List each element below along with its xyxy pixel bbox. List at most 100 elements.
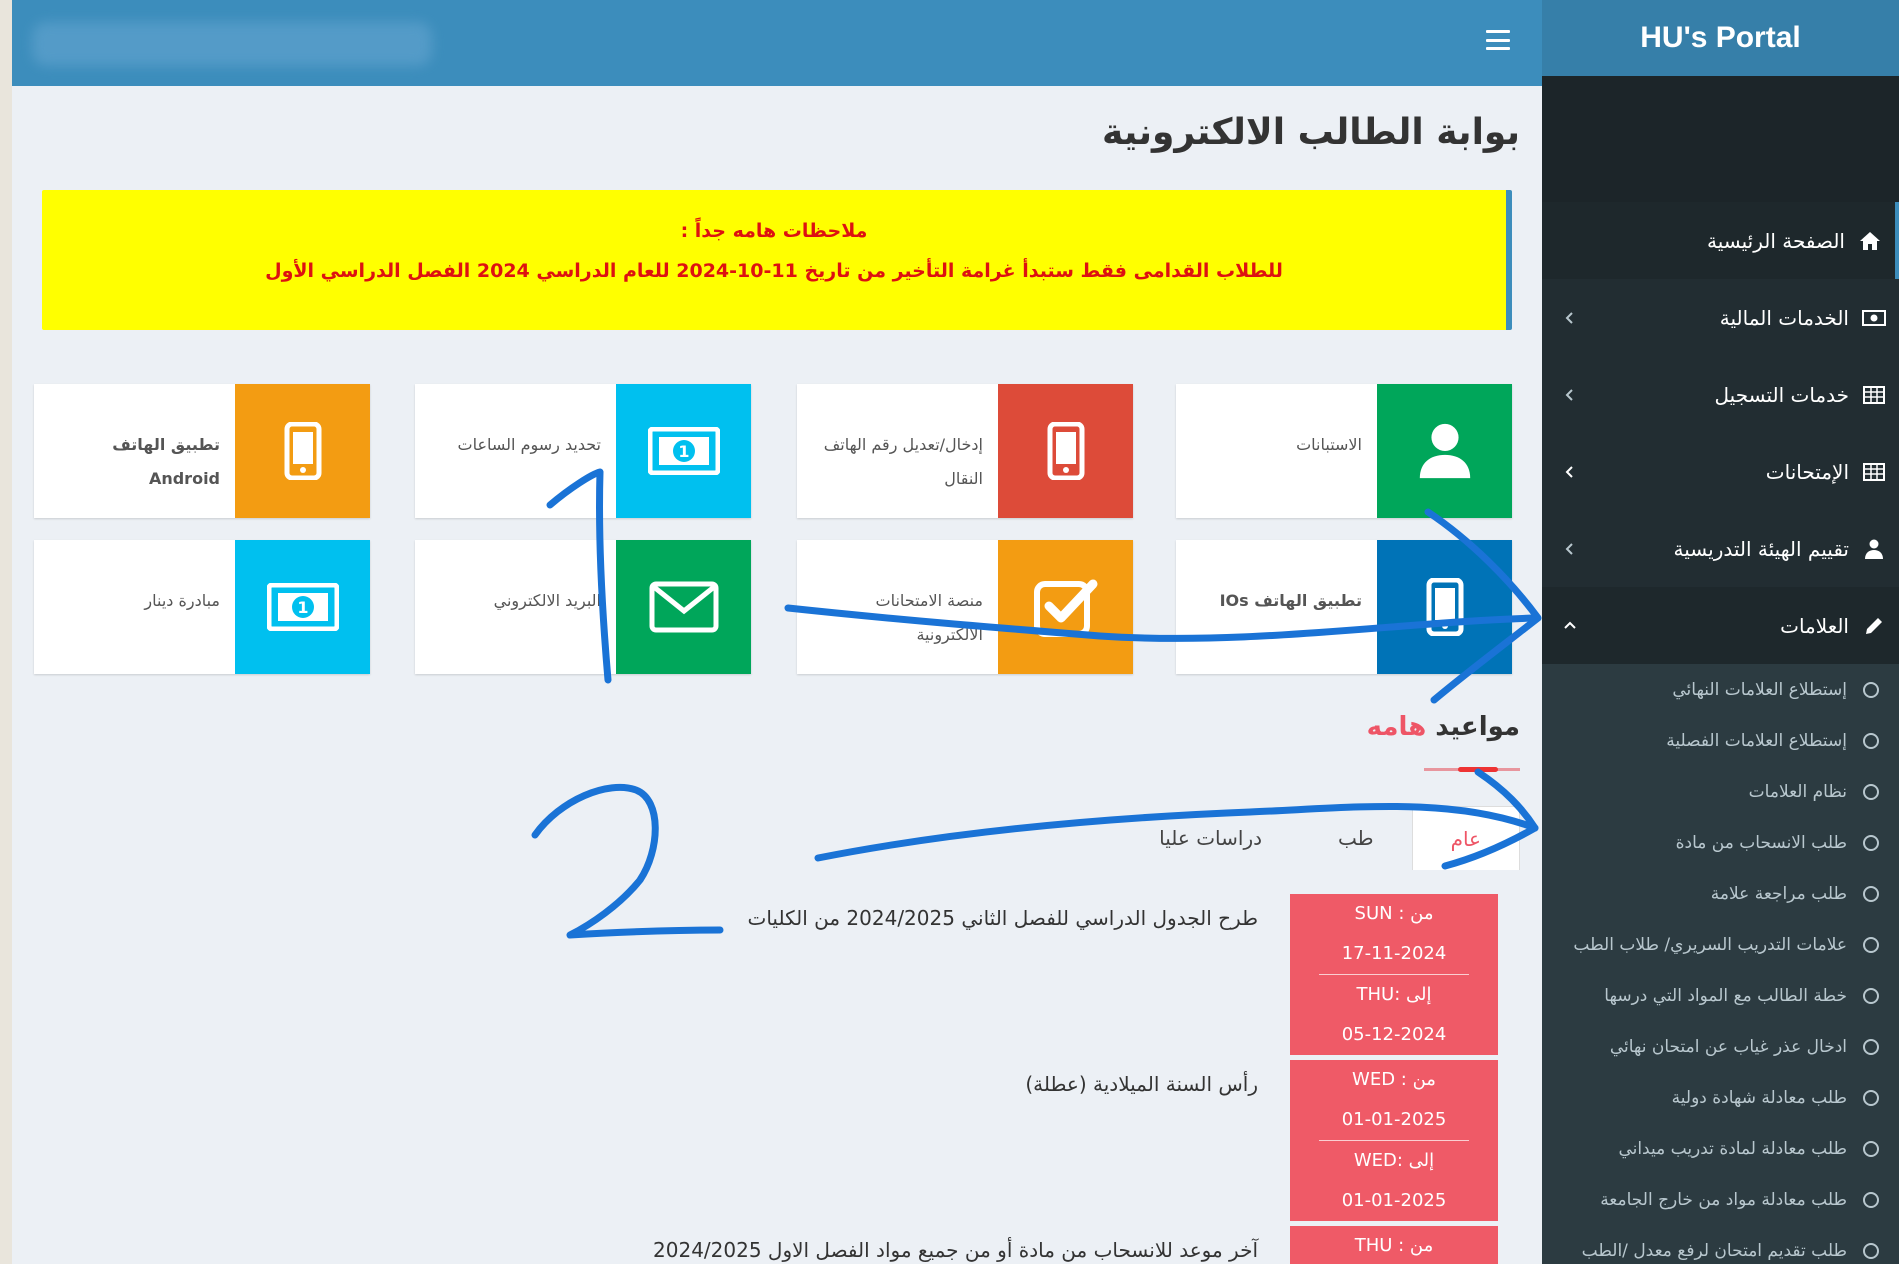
table-icon	[1863, 462, 1885, 481]
box-android-app[interactable]: تطبيق الهاتف Android	[34, 384, 370, 518]
circle-icon	[1863, 834, 1879, 851]
submenu-item[interactable]: إستطلاع العلامات الفصلية	[1542, 715, 1899, 766]
mobile-phone-icon	[284, 422, 321, 480]
submenu-label: علامات التدريب السريري/ طلاب الطب	[1573, 934, 1847, 955]
box-icon-area: 1	[616, 384, 751, 518]
to-date: 05-12-2024	[1341, 1024, 1447, 1045]
submenu-item[interactable]: طلب معادلة لمادة تدريب ميداني	[1542, 1123, 1899, 1174]
sidebar-item-label: تقييم الهيئة التدريسية	[1673, 536, 1849, 561]
sidebar-item-faculty-evaluation[interactable]: تقييم الهيئة التدريسية	[1542, 510, 1899, 587]
money-icon: 1	[266, 583, 339, 631]
submenu-label: نظام العلامات	[1748, 781, 1847, 802]
notice-heading: ملاحظات هامه جداً :	[680, 220, 868, 242]
box-ios-app[interactable]: تطبيق الهاتف IOs	[1176, 540, 1512, 674]
menu-toggle-icon[interactable]	[1486, 30, 1510, 50]
box-icon-area	[1377, 384, 1512, 518]
sidebar-item-grades[interactable]: العلامات	[1542, 587, 1899, 664]
box-icon-area	[235, 384, 370, 518]
circle-icon	[1863, 987, 1879, 1004]
submenu-item[interactable]: علامات التدريب السريري/ طلاب الطب	[1542, 919, 1899, 970]
box-icon-area	[998, 540, 1133, 674]
circle-icon	[1863, 1140, 1879, 1157]
date-badge: من : SUN 17-11-2024 إلى :THU 05-12-2024	[1290, 894, 1498, 1055]
sidebar-item-financial[interactable]: الخدمات المالية	[1542, 279, 1899, 356]
title-underline	[1424, 767, 1520, 772]
tab-general[interactable]: عام	[1411, 806, 1520, 870]
submenu-item[interactable]: إستطلاع العلامات النهائي	[1542, 664, 1899, 715]
from-date: 17-11-2024	[1341, 943, 1447, 964]
event-text: رأس السنة الميلادية (عطلة)	[1025, 1072, 1258, 1096]
table-icon	[1863, 385, 1885, 404]
box-icon-area: 1	[235, 540, 370, 674]
chevron-left-icon	[1565, 388, 1573, 401]
box-surveys[interactable]: الاستبانات	[1176, 384, 1512, 518]
submenu-item[interactable]: ادخال عذر غياب عن امتحان نهائي	[1542, 1021, 1899, 1072]
notice-text: للطلاب القدامى فقط ستبدأ غرامة التأخير م…	[265, 260, 1283, 282]
title-accent: هامه	[1366, 712, 1427, 742]
circle-icon	[1863, 732, 1879, 749]
sidebar-item-exams[interactable]: الإمتحانات	[1542, 433, 1899, 510]
box-email[interactable]: البريد الالكتروني	[415, 540, 751, 674]
check-square-icon	[1033, 579, 1097, 637]
from-label: من : THU	[1354, 1235, 1434, 1256]
pencil-icon	[1866, 617, 1882, 634]
submenu-label: خطة الطالب مع المواد التي درسها	[1604, 985, 1847, 1006]
submenu-item[interactable]: طلب الانسحاب من مادة	[1542, 817, 1899, 868]
sidebar-item-registration[interactable]: خدمات التسجيل	[1542, 356, 1899, 433]
mobile-phone-icon	[1047, 422, 1084, 480]
event-item: من : SUN 17-11-2024 إلى :THU 05-12-2024 …	[18, 894, 1498, 1055]
envelope-icon	[649, 581, 718, 633]
tab-medicine[interactable]: طب	[1300, 806, 1412, 870]
box-label: تطبيق الهاتف IOs	[1219, 591, 1362, 610]
mobile-phone-icon	[1426, 578, 1463, 636]
svg-text:1: 1	[297, 598, 308, 617]
submenu-label: طلب معادلة لمادة تدريب ميداني	[1618, 1138, 1847, 1159]
brand-logo[interactable]: HU's Portal	[1542, 0, 1899, 76]
sidebar-item-label: الخدمات المالية	[1719, 305, 1849, 330]
sidebar-item-home[interactable]: الصفحة الرئيسية	[1542, 202, 1899, 279]
user-icon	[1419, 423, 1470, 479]
dates-tabs: عام طب دراسات عليا	[1121, 806, 1520, 870]
box-dinar-initiative[interactable]: 1 مبادرة دينار	[34, 540, 370, 674]
circle-icon	[1863, 1038, 1879, 1055]
submenu-item[interactable]: طلب معادلة مواد من خارج الجامعة	[1542, 1174, 1899, 1225]
chevron-left-icon	[1565, 311, 1573, 324]
submenu-item[interactable]: خطة الطالب مع المواد التي درسها	[1542, 970, 1899, 1021]
submenu-label: طلب الانسحاب من مادة	[1675, 832, 1847, 853]
home-icon	[1860, 231, 1880, 250]
tab-graduate-studies[interactable]: دراسات عليا	[1121, 806, 1300, 870]
from-date: 01-01-2025	[1341, 1109, 1447, 1130]
circle-icon	[1863, 1242, 1879, 1259]
box-exam-platform[interactable]: منصة الامتحانات الالكترونية	[797, 540, 1133, 674]
submenu-item[interactable]: طلب معادلة شهادة دولية	[1542, 1072, 1899, 1123]
submenu-item[interactable]: طلب مراجعة علامة	[1542, 868, 1899, 919]
circle-icon	[1863, 1191, 1879, 1208]
svg-text:1: 1	[678, 442, 689, 461]
title-main: مواعيد	[1435, 712, 1520, 742]
event-text: آخر موعد للانسحاب من مادة أو من جميع موا…	[653, 1238, 1258, 1262]
top-navbar	[12, 0, 1542, 86]
submenu-label: ادخال عذر غياب عن امتحان نهائي	[1609, 1036, 1847, 1057]
important-dates-title: مواعيد هامه	[1367, 712, 1520, 742]
box-phone-update[interactable]: إدخال/تعديل رقم الهاتف النقال	[797, 384, 1133, 518]
box-label: مبادرة دينار	[144, 591, 220, 610]
user-panel	[1542, 76, 1899, 202]
to-date: 01-01-2025	[1341, 1190, 1447, 1211]
circle-icon	[1863, 885, 1879, 902]
chevron-left-icon	[1565, 542, 1573, 555]
circle-icon	[1863, 783, 1879, 800]
box-label: البريد الالكتروني	[493, 591, 601, 610]
circle-icon	[1863, 681, 1879, 698]
box-credit-fees[interactable]: 1 تحديد رسوم الساعات	[415, 384, 751, 518]
sidebar-item-label: الصفحة الرئيسية	[1707, 228, 1845, 253]
circle-icon	[1863, 1089, 1879, 1106]
submenu-label: طلب معادلة شهادة دولية	[1671, 1087, 1847, 1108]
from-label: من : WED	[1352, 1069, 1436, 1090]
date-badge: من : THU	[1290, 1226, 1498, 1264]
submenu-item[interactable]: طلب تقديم امتحان لرفع معدل /الطب	[1542, 1225, 1899, 1264]
box-icon-area	[616, 540, 751, 674]
box-label: إدخال/تعديل رقم الهاتف النقال	[823, 435, 983, 488]
grades-submenu: إستطلاع العلامات النهائي إستطلاع العلاما…	[1542, 664, 1899, 1264]
date-badge: من : WED 01-01-2025 إلى :WED 01-01-2025	[1290, 1060, 1498, 1221]
submenu-item[interactable]: نظام العلامات	[1542, 766, 1899, 817]
